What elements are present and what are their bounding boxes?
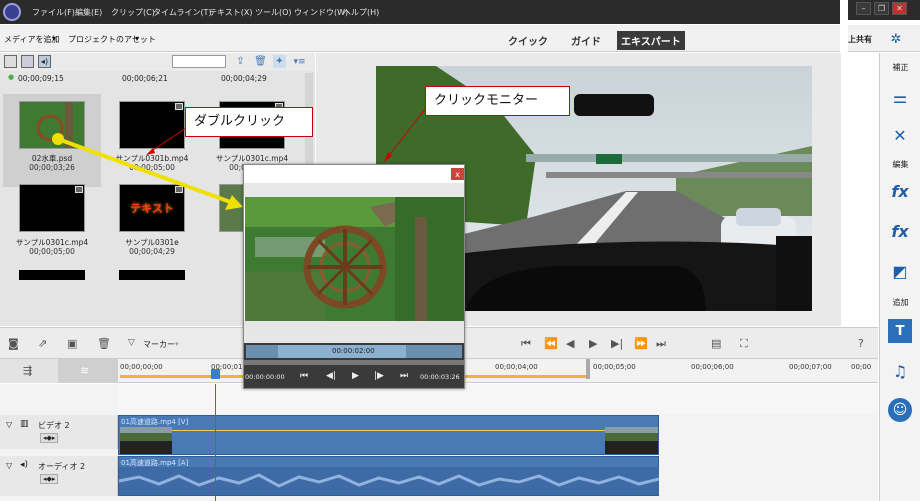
popup-spacer: [244, 183, 464, 197]
clip-monitor-window: x 00:00:02:00 00:00:00:00 ⏮ ◀| ▶ |▶ ⏭ 00…: [243, 164, 465, 389]
clip-monitor-callout: クリックモニター: [425, 86, 570, 116]
popup-controls: 00:00:02:00 00:00:00:00 ⏮ ◀| ▶ |▶ ⏭ 00:0…: [244, 343, 464, 388]
popup-goto-start-icon[interactable]: ⏮: [300, 371, 308, 381]
popup-frame-forward-icon[interactable]: |▶: [374, 371, 384, 381]
popup-play-icon[interactable]: ▶: [352, 371, 359, 381]
popup-current-time: 00:00:02:00: [332, 347, 375, 355]
popup-zoom-bar[interactable]: [244, 360, 464, 365]
popup-spacer: [244, 321, 464, 343]
red-callout-line: [386, 107, 427, 159]
popup-close-icon[interactable]: x: [451, 168, 464, 180]
yellow-arrow-shaft: [57, 137, 234, 205]
popup-titlebar[interactable]: x: [244, 165, 464, 183]
red-callout-line: [149, 127, 187, 153]
double-click-callout: ダブルクリック: [185, 107, 313, 137]
popup-end-time: 00:00:03:26: [420, 373, 460, 381]
popup-start-time: 00:00:00:00: [245, 373, 285, 381]
popup-frame-back-icon[interactable]: ◀|: [326, 371, 336, 381]
popup-video[interactable]: [245, 197, 464, 321]
yellow-arrow-origin: [52, 133, 64, 145]
popup-goto-end-icon[interactable]: ⏭: [400, 371, 408, 381]
